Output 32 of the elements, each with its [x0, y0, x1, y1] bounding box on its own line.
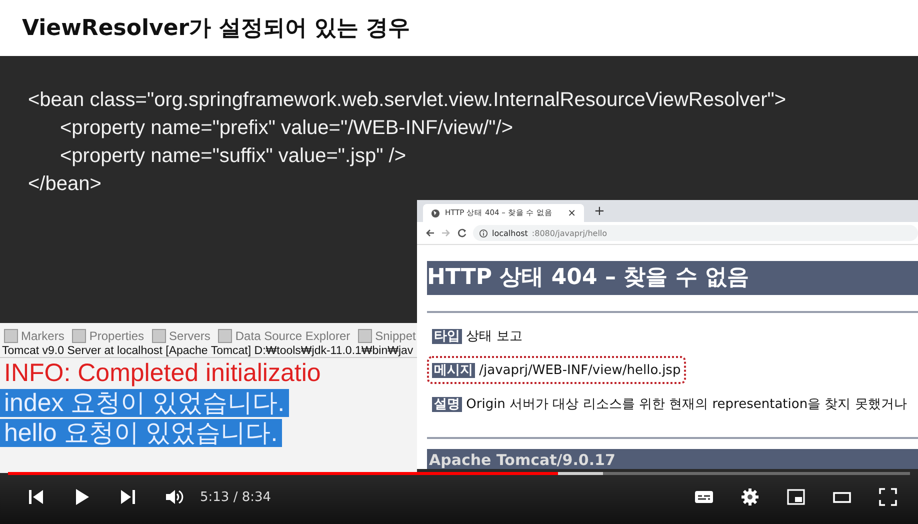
- error-field: 메시지 /javaprj/WEB-INF/view/hello.jsp: [427, 356, 686, 384]
- next-icon[interactable]: [118, 487, 138, 507]
- previous-icon[interactable]: [26, 487, 46, 507]
- info-icon: [479, 228, 488, 238]
- code-line: <bean class="org.springframework.web.servlet.view.InternalResourceViewResolver">: [28, 88, 788, 113]
- code-line: </bean>: [28, 172, 102, 197]
- console-header: Tomcat v9.0 Server at localhost [Apache Tomcat] D:₩tools₩jdk-11.0.1₩bin₩jav: [0, 345, 417, 358]
- time-display: 5:13 / 8:34: [200, 490, 272, 504]
- server-footer: Apache Tomcat/9.0.17: [427, 449, 918, 469]
- globe-icon: [431, 208, 440, 218]
- progress-track[interactable]: [8, 472, 910, 475]
- error-field: 설명 Origin 서버가 대상 리소스를 위한 현재의 representation을 찾지 못했거나: [427, 390, 912, 418]
- new-tab-button[interactable]: +: [594, 202, 605, 222]
- volume-icon[interactable]: [164, 487, 184, 507]
- view-tab[interactable]: Markers: [4, 329, 64, 343]
- code-line: <property name="suffix" value=".jsp" />: [59, 144, 407, 169]
- console-line: INFO: Completed initializatio: [3, 359, 322, 387]
- close-tab-button[interactable]: ×: [568, 208, 576, 218]
- address-field[interactable]: localhost :8080/javaprj/hello: [473, 225, 918, 241]
- view-tab[interactable]: Snippet: [358, 329, 416, 343]
- view-tab[interactable]: Data Source Explorer: [218, 329, 350, 343]
- back-icon[interactable]: [425, 228, 435, 238]
- view-tab[interactable]: Servers: [152, 329, 210, 343]
- miniplayer-icon[interactable]: [786, 487, 806, 507]
- error-heading: HTTP 상태 404 – 찾을 수 없음: [427, 261, 918, 295]
- view-tab[interactable]: Properties: [72, 329, 144, 343]
- code-line: <property name="prefix" value="/WEB-INF/view/"/>: [59, 116, 514, 141]
- reload-icon[interactable]: [457, 228, 467, 238]
- fullscreen-icon[interactable]: [878, 487, 898, 507]
- slide-title: ViewResolver가 설정되어 있는 경우: [22, 15, 410, 43]
- settings-icon[interactable]: [740, 487, 760, 507]
- error-field: 타입 상태 보고: [427, 322, 528, 350]
